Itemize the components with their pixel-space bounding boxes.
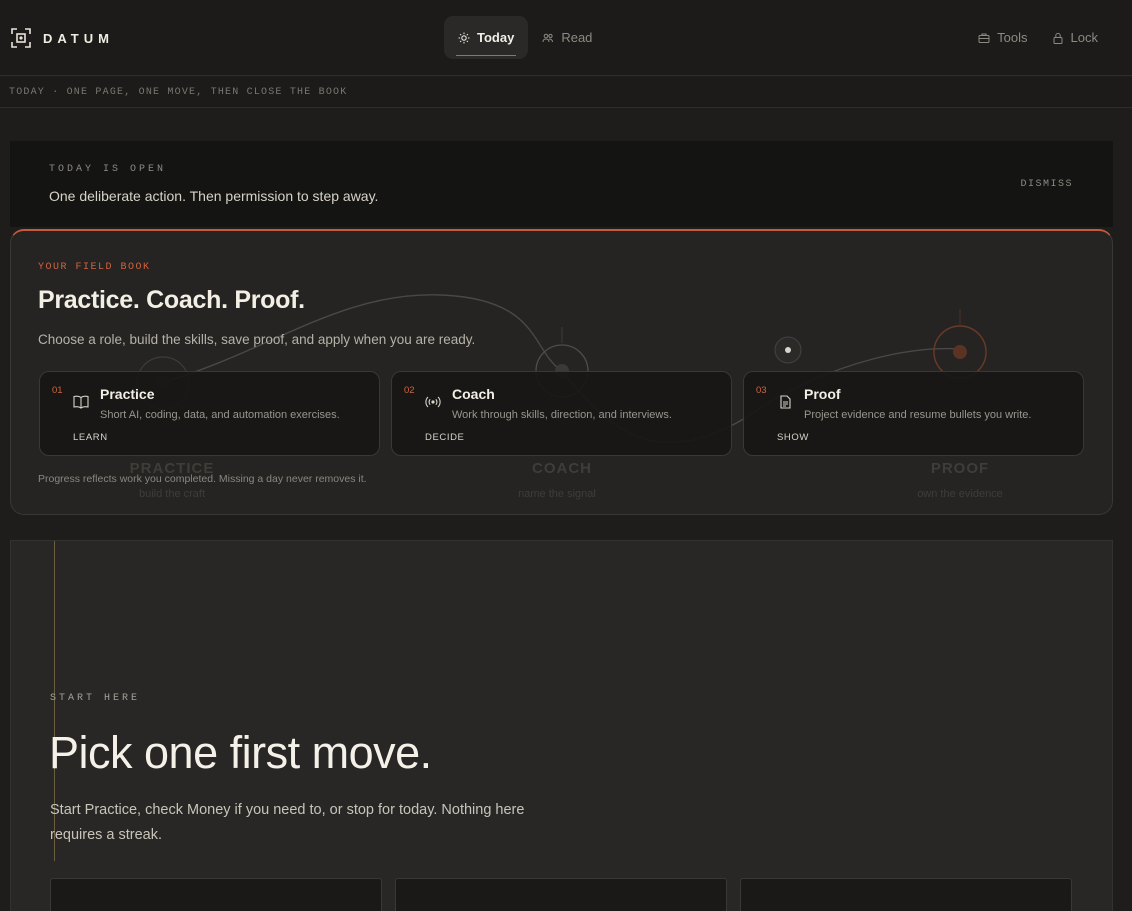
first-move-card[interactable] — [395, 878, 727, 911]
main-nav: Today Read — [444, 16, 606, 59]
field-book-title: Practice. Coach. Proof. — [38, 286, 305, 314]
notice-eyebrow: TODAY IS OPEN — [49, 164, 167, 175]
breadcrumb: TODAY · ONE PAGE, ONE MOVE, THEN CLOSE T… — [0, 77, 1132, 108]
practice-card[interactable]: 01 Practice Short AI, coding, data, and … — [39, 371, 380, 456]
briefcase-icon — [978, 32, 990, 44]
start-here-section: START HERE Pick one first move. Start Pr… — [10, 540, 1113, 911]
tools-button[interactable]: Tools — [966, 16, 1039, 59]
ghost-label-coach: COACH — [532, 460, 592, 477]
utility-nav: Tools Lock — [966, 16, 1110, 59]
card-action: SHOW — [777, 432, 809, 443]
notice-message: One deliberate action. Then permission t… — [49, 188, 379, 204]
card-title: Coach — [452, 386, 495, 402]
broadcast-icon — [425, 395, 441, 414]
nav-tab-today[interactable]: Today — [444, 16, 529, 59]
progress-note: Progress reflects work you completed. Mi… — [38, 473, 367, 485]
brand-name: DATUM — [43, 30, 114, 46]
card-number: 02 — [404, 385, 415, 396]
ghost-sub-practice: build the craft — [138, 488, 206, 500]
start-paragraph: Start Practice, check Money if you need … — [50, 802, 525, 843]
book-icon — [73, 395, 89, 414]
start-title: Pick one first move. — [49, 727, 432, 778]
sun-icon — [458, 32, 470, 44]
document-icon — [777, 395, 793, 414]
ghost-label-proof: PROOF — [930, 460, 990, 477]
brand-logo[interactable]: DATUM — [11, 28, 114, 48]
coach-card[interactable]: 02 Coach Work through skills, direction,… — [391, 371, 732, 456]
card-description: Work through skills, direction, and inte… — [452, 409, 672, 421]
nav-tab-read[interactable]: Read — [528, 16, 606, 59]
field-book-panel: YOUR FIELD BOOK Practice. Coach. Proof. … — [10, 229, 1113, 515]
card-title: Proof — [804, 386, 841, 402]
today-notice: TODAY IS OPEN One deliberate action. The… — [10, 141, 1113, 227]
start-eyebrow: START HERE — [50, 693, 141, 704]
tools-label: Tools — [997, 30, 1028, 45]
people-icon — [542, 32, 554, 44]
top-bar: DATUM Today Read Tools Lock — [0, 0, 1132, 76]
field-book-subtitle: Choose a role, build the skills, save pr… — [38, 332, 476, 347]
card-description: Project evidence and resume bullets you … — [804, 409, 1032, 421]
dismiss-button[interactable]: DISMISS — [1020, 179, 1073, 190]
datum-logo-icon — [11, 28, 31, 48]
lock-icon — [1052, 32, 1064, 44]
card-number: 01 — [52, 385, 63, 396]
ghost-sub-proof: own the evidence — [917, 488, 1003, 500]
lock-label: Lock — [1070, 30, 1098, 45]
card-action: DECIDE — [425, 432, 465, 443]
proof-card[interactable]: 03 Proof Project evidence and resume bul… — [743, 371, 1084, 456]
ghost-sub-coach: name the signal — [518, 488, 596, 500]
card-title: Practice — [100, 386, 155, 402]
lock-button[interactable]: Lock — [1040, 16, 1110, 59]
card-description: Short AI, coding, data, and automation e… — [100, 409, 340, 421]
card-action: LEARN — [73, 432, 108, 443]
field-book-eyebrow: YOUR FIELD BOOK — [38, 262, 151, 273]
card-number: 03 — [756, 385, 767, 396]
breadcrumb-text: TODAY · ONE PAGE, ONE MOVE, THEN CLOSE T… — [9, 87, 348, 98]
first-move-card[interactable] — [50, 878, 382, 911]
first-move-card[interactable] — [740, 878, 1072, 911]
nav-tab-label: Read — [561, 30, 593, 45]
nav-tab-label: Today — [477, 30, 515, 45]
